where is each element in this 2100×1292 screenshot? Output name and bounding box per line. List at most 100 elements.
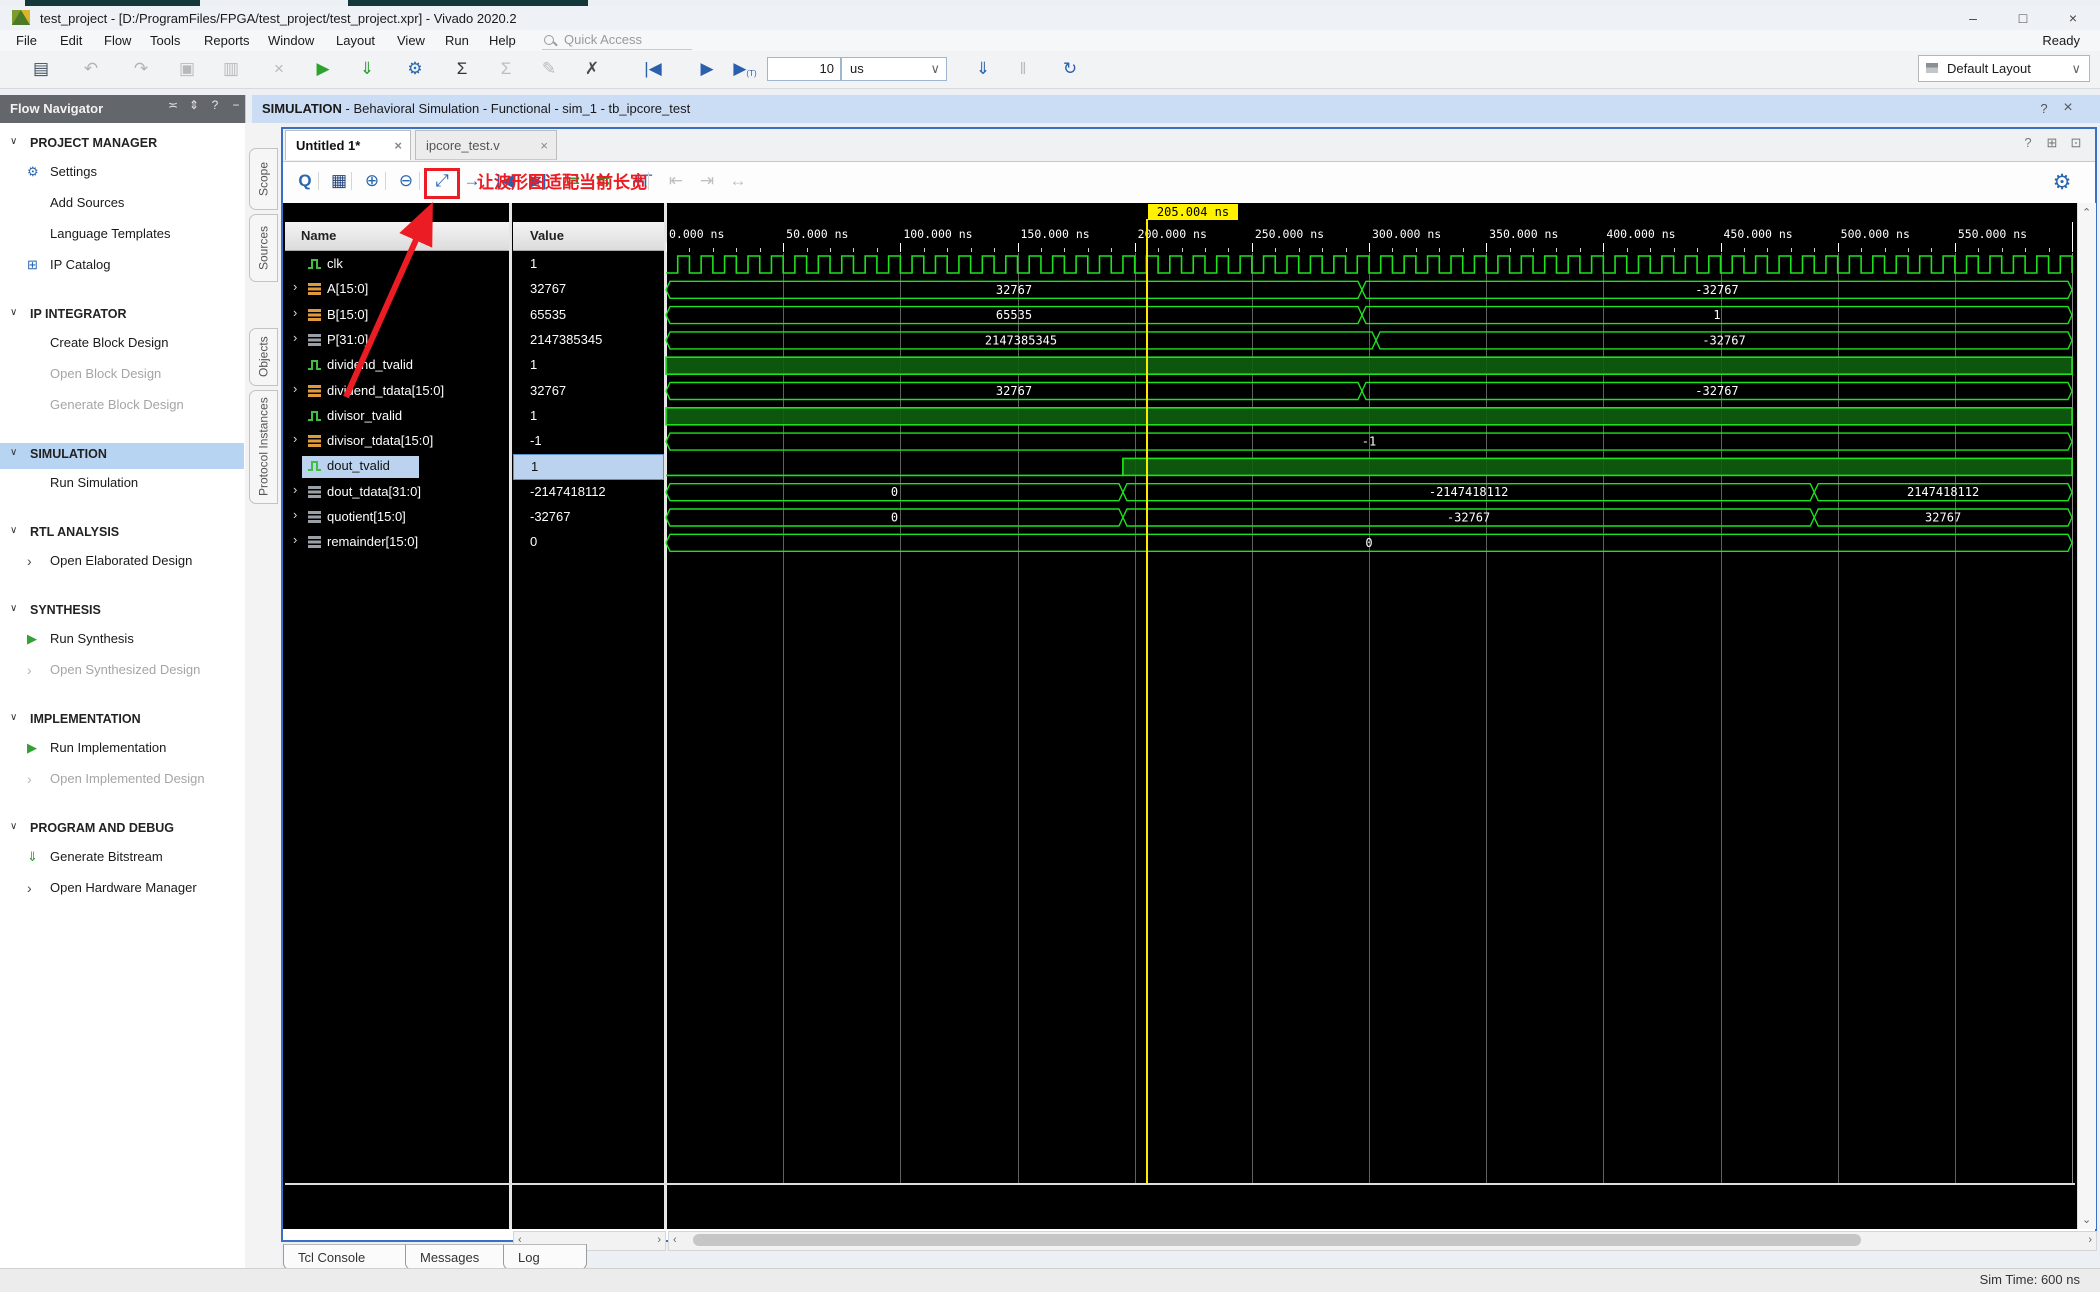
menu-layout[interactable]: Layout [336,33,375,48]
signal-p310-name-row[interactable]: › P[31:0] [285,328,509,353]
close-tab-icon[interactable]: × [394,131,402,161]
collapse-all-icon[interactable]: ≍ [164,98,182,118]
quick-access-box[interactable]: Quick Access [542,32,692,50]
editor-tab-ipcore-test-v[interactable]: ipcore_test.v × [415,130,557,160]
scroll-right-icon[interactable]: › [2088,1234,2092,1246]
signal-b150-name-row[interactable]: › B[15:0] [285,303,509,328]
time-unit-select[interactable]: us ∨ [841,57,947,81]
signal-a150-value-cell[interactable]: 32767 [513,277,664,302]
next-marker-icon[interactable]: ⇥ [692,167,722,195]
menu-view[interactable]: View [397,33,425,48]
delete-icon[interactable]: × [264,56,294,82]
undo-icon[interactable]: ↶ [76,56,106,82]
search-icon[interactable]: Q [290,167,320,195]
nav-item-open-elaborated-design[interactable]: › Open Elaborated Design [0,550,244,574]
open-recent-icon[interactable]: ▤ [26,56,56,82]
scroll-down-icon[interactable]: ⌄ [2082,1213,2091,1226]
signal-a150-name-row[interactable]: › A[15:0] [285,277,509,302]
signal-dividend_tdata150-value-cell[interactable]: 32767 [513,379,664,404]
signal-dout_tdata310-value-cell[interactable]: -2147418112 [513,480,664,505]
redo-icon[interactable]: ↷ [126,56,156,82]
signal-quotient150-name-row[interactable]: › quotient[15:0] [285,505,509,530]
name-value-splitter[interactable] [509,203,512,1229]
nav-section-simulation[interactable]: ∨ SIMULATION [0,444,244,468]
context-close-icon[interactable]: × [2058,98,2078,118]
editor-tab-untitled-1-[interactable]: Untitled 1* × [285,130,411,160]
zoom-in-icon[interactable]: ⊕ [357,167,387,195]
nav-item-generate-bitstream[interactable]: ⇓ Generate Bitstream [0,846,244,870]
expand-icon[interactable]: › [293,381,297,396]
nav-item-open-implemented-design[interactable]: › Open Implemented Design [0,768,244,792]
maximize-button[interactable]: □ [2008,8,2038,28]
signal-divisor_tvalid-name-row[interactable]: divisor_tvalid [285,404,509,429]
nav-section-project-manager[interactable]: ∨ PROJECT MANAGER [0,133,244,157]
nav-item-generate-block-design[interactable]: Generate Block Design [0,394,244,418]
side-tab-scope[interactable]: Scope [249,148,278,210]
section-collapse-icon[interactable]: ∨ [10,447,17,458]
settings-gear-icon[interactable]: ⚙ [400,56,430,82]
run-flow-icon[interactable]: ▶ [308,56,338,82]
minimize-panel-icon[interactable]: − [227,98,245,118]
span-markers-icon[interactable]: ↔ [723,167,753,195]
signal-dout_tvalid-value-cell[interactable]: 1 [513,454,664,480]
signal-dividend_tvalid-value-cell[interactable]: 1 [513,353,664,378]
signal-divisor_tdata150-name-row[interactable]: › divisor_tdata[15:0] [285,429,509,454]
section-collapse-icon[interactable]: ∨ [10,821,17,832]
nav-item-open-hardware-manager[interactable]: › Open Hardware Manager [0,877,244,901]
step-icon[interactable]: ⇓ [968,56,998,82]
menu-run[interactable]: Run [445,33,469,48]
menu-edit[interactable]: Edit [60,33,82,48]
nav-item-settings[interactable]: ⚙ Settings [0,161,244,185]
expand-icon[interactable]: › [293,279,297,294]
save-wave-config-icon[interactable]: ▦ [324,167,354,195]
menu-file[interactable]: File [16,33,37,48]
delete-breakpoints-icon[interactable]: ✗ [577,56,607,82]
signal-remainder150-value-cell[interactable]: 0 [513,530,664,555]
copy-icon[interactable]: ▣ [172,56,202,82]
nav-item-create-block-design[interactable]: Create Block Design [0,332,244,356]
section-collapse-icon[interactable]: ∨ [10,136,17,147]
report-sum-disabled-icon[interactable]: Σ [491,56,521,82]
signal-dout_tdata310-name-row[interactable]: › dout_tdata[31:0] [285,480,509,505]
side-tab-protocol-instances[interactable]: Protocol Instances [249,390,278,504]
signal-remainder150-name-row[interactable]: › remainder[15:0] [285,530,509,555]
nav-section-rtl-analysis[interactable]: ∨ RTL ANALYSIS [0,522,244,546]
signal-divisor_tvalid-value-cell[interactable]: 1 [513,404,664,429]
section-collapse-icon[interactable]: ∨ [10,525,17,536]
run-all-icon[interactable]: ▶ [692,56,722,82]
nav-item-run-simulation[interactable]: Run Simulation [0,472,244,496]
close-tab-icon[interactable]: × [540,131,548,161]
scroll-up-icon[interactable]: ⌃ [2082,206,2091,219]
scrollbar-thumb[interactable] [693,1234,1861,1246]
signal-clk-value-cell[interactable]: 1 [513,252,664,277]
report-sum-icon[interactable]: Σ [447,56,477,82]
signal-b150-value-cell[interactable]: 65535 [513,303,664,328]
nav-item-open-block-design[interactable]: Open Block Design [0,363,244,387]
signal-dout_tvalid-name-row[interactable]: dout_tvalid [285,454,509,479]
signal-dividend_tvalid-name-row[interactable]: dividend_tvalid [285,353,509,378]
value-column-header[interactable]: Value [513,222,664,251]
nav-section-ip-integrator[interactable]: ∨ IP INTEGRATOR [0,304,244,328]
signal-dividend_tdata150-name-row[interactable]: › dividend_tdata[15:0] [285,379,509,404]
signal-divisor_tdata150-value-cell[interactable]: -1 [513,429,664,454]
nav-section-implementation[interactable]: ∨ IMPLEMENTATION [0,709,244,733]
run-for-time-icon[interactable]: ▶ (T) [730,56,760,82]
expand-icon[interactable]: › [293,532,297,547]
wave-hscrollbar[interactable]: ‹ › [668,1231,2097,1251]
generate-bitstream-icon[interactable]: ⇓ [352,56,382,82]
name-column-header[interactable]: Name [285,222,509,251]
previous-marker-icon[interactable]: ⇤ [661,167,691,195]
signal-clk-name-row[interactable]: clk [285,252,509,277]
edit-pen-icon[interactable]: ✎ [534,56,564,82]
menu-tools[interactable]: Tools [150,33,180,48]
wave-settings-gear-icon[interactable]: ⚙ [2048,168,2076,196]
section-collapse-icon[interactable]: ∨ [10,603,17,614]
nav-item-run-synthesis[interactable]: ▶ Run Synthesis [0,628,244,652]
menu-flow[interactable]: Flow [104,33,131,48]
expand-icon[interactable]: › [293,330,297,345]
nav-section-synthesis[interactable]: ∨ SYNTHESIS [0,600,244,624]
nav-item-run-implementation[interactable]: ▶ Run Implementation [0,737,244,761]
expand-icon[interactable]: › [293,507,297,522]
scroll-right-icon[interactable]: › [657,1234,661,1246]
help-icon[interactable]: ? [2018,133,2038,153]
